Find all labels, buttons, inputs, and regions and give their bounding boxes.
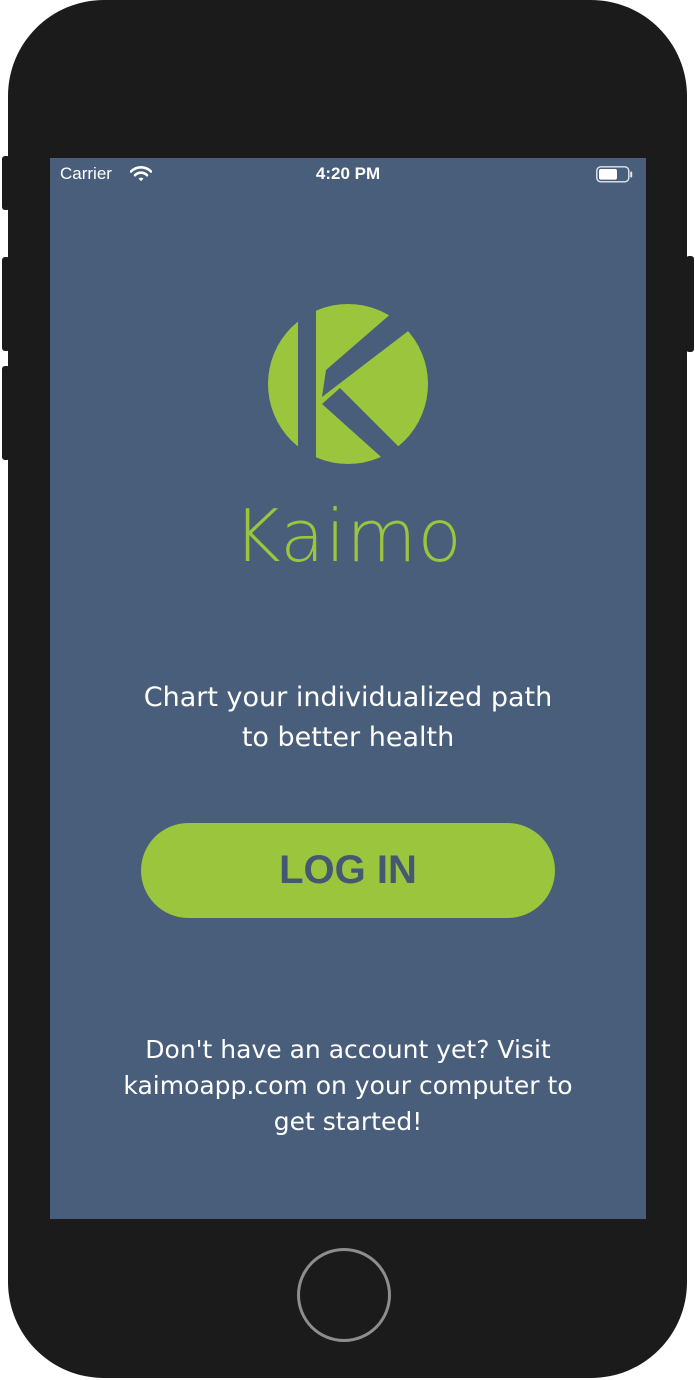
home-button[interactable] <box>297 1248 391 1342</box>
status-bar: Carrier 4:20 PM <box>50 158 646 192</box>
kaimo-logo-icon <box>268 304 428 464</box>
power-button <box>686 256 694 352</box>
signup-note-line-2: kaimoapp.com on your computer to <box>123 1071 573 1100</box>
tagline-line-1: Chart your individualized path <box>143 682 553 713</box>
battery-icon <box>596 166 633 183</box>
app-screen: Carrier 4:20 PM Kaimo Chart your individ… <box>50 158 646 1219</box>
login-button[interactable]: LOG IN <box>141 823 555 918</box>
mute-switch <box>2 156 10 210</box>
tagline-line-2: to better health <box>241 722 455 753</box>
brand-name: Kaimo <box>233 494 463 578</box>
signup-note-line-3: get started! <box>273 1107 423 1136</box>
volume-up-button <box>2 257 10 351</box>
tagline: Chart your individualized path to better… <box>90 678 606 758</box>
status-time: 4:20 PM <box>315 164 381 183</box>
volume-down-button <box>2 366 10 460</box>
signup-note: Don't have an account yet? Visit kaimoap… <box>90 1032 606 1140</box>
signup-note-line-1: Don't have an account yet? Visit <box>145 1035 551 1064</box>
